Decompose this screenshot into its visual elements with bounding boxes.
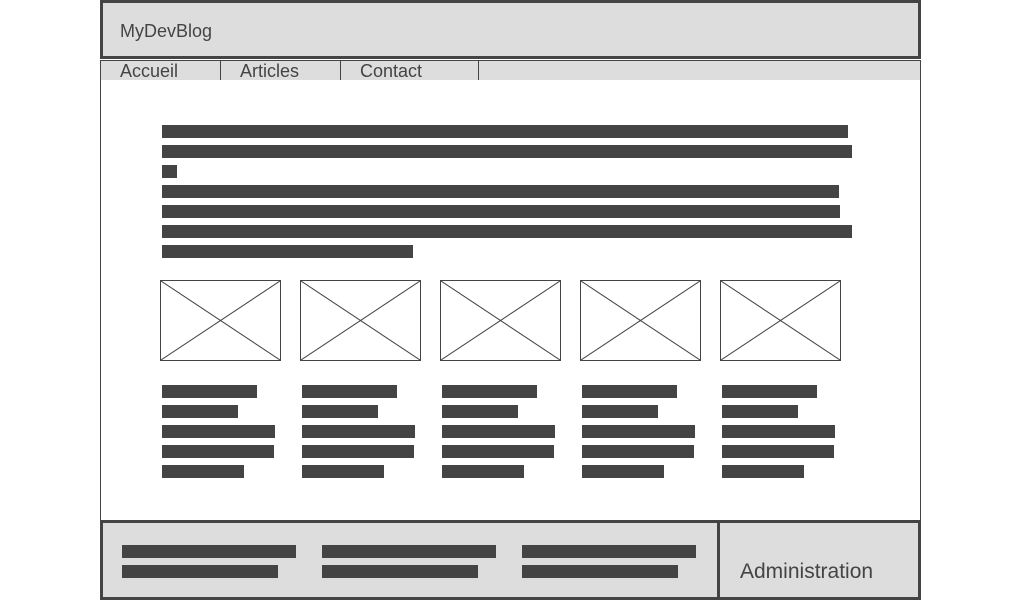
text-line-placeholder: [582, 405, 658, 418]
site-header: MyDevBlog: [100, 0, 921, 59]
text-line-placeholder: [722, 405, 798, 418]
text-line-placeholder: [162, 125, 848, 138]
text-line-placeholder: [302, 385, 397, 398]
footer-line-placeholder: [522, 545, 696, 558]
text-line-placeholder: [582, 445, 694, 458]
text-line-placeholder: [722, 425, 835, 438]
text-line-placeholder: [162, 165, 177, 178]
text-line-placeholder: [442, 445, 554, 458]
text-line-placeholder: [302, 465, 384, 478]
image-placeholder-icon: [581, 281, 700, 360]
text-line-placeholder: [442, 465, 524, 478]
image-placeholder-icon: [301, 281, 420, 360]
text-line-placeholder: [722, 465, 804, 478]
main-content: [100, 80, 921, 520]
admin-panel: Administration: [717, 520, 921, 600]
footer-line-placeholder: [322, 545, 496, 558]
footer-line-placeholder: [122, 545, 296, 558]
page-frame: MyDevBlog Accueil Articles Contact Admin…: [100, 0, 921, 600]
text-line-placeholder: [162, 245, 413, 258]
footer-line-placeholder: [322, 565, 478, 578]
text-line-placeholder: [162, 425, 275, 438]
nav-item-articles[interactable]: Articles: [220, 60, 359, 81]
footer-line-placeholder: [522, 565, 678, 578]
text-line-placeholder: [582, 465, 664, 478]
article-thumbnail-4[interactable]: [580, 280, 701, 361]
footer-links-panel: [100, 520, 721, 600]
text-line-placeholder: [302, 405, 378, 418]
text-line-placeholder: [302, 445, 414, 458]
nav-item-accueil[interactable]: Accueil: [100, 60, 239, 81]
article-thumbnail-3[interactable]: [440, 280, 561, 361]
text-line-placeholder: [442, 405, 518, 418]
site-footer: Administration: [100, 520, 921, 600]
main-navigation: Accueil Articles Contact: [100, 60, 921, 81]
text-line-placeholder: [162, 405, 238, 418]
article-thumbnail-5[interactable]: [720, 280, 841, 361]
text-line-placeholder: [162, 385, 257, 398]
text-line-placeholder: [442, 385, 537, 398]
image-placeholder-icon: [721, 281, 840, 360]
text-line-placeholder: [722, 445, 834, 458]
text-line-placeholder: [162, 465, 244, 478]
article-thumbnail-1[interactable]: [160, 280, 281, 361]
administration-link[interactable]: Administration: [740, 560, 873, 584]
text-line-placeholder: [162, 205, 840, 218]
article-thumbnail-2[interactable]: [300, 280, 421, 361]
text-line-placeholder: [162, 225, 852, 238]
site-title[interactable]: MyDevBlog: [120, 20, 212, 42]
text-line-placeholder: [162, 145, 852, 158]
text-line-placeholder: [302, 425, 415, 438]
text-line-placeholder: [162, 445, 274, 458]
text-line-placeholder: [722, 385, 817, 398]
text-line-placeholder: [162, 185, 839, 198]
image-placeholder-icon: [161, 281, 280, 360]
footer-line-placeholder: [122, 565, 278, 578]
text-line-placeholder: [582, 425, 695, 438]
text-line-placeholder: [442, 425, 555, 438]
image-placeholder-icon: [441, 281, 560, 360]
text-line-placeholder: [582, 385, 677, 398]
nav-item-contact[interactable]: Contact: [340, 60, 479, 81]
